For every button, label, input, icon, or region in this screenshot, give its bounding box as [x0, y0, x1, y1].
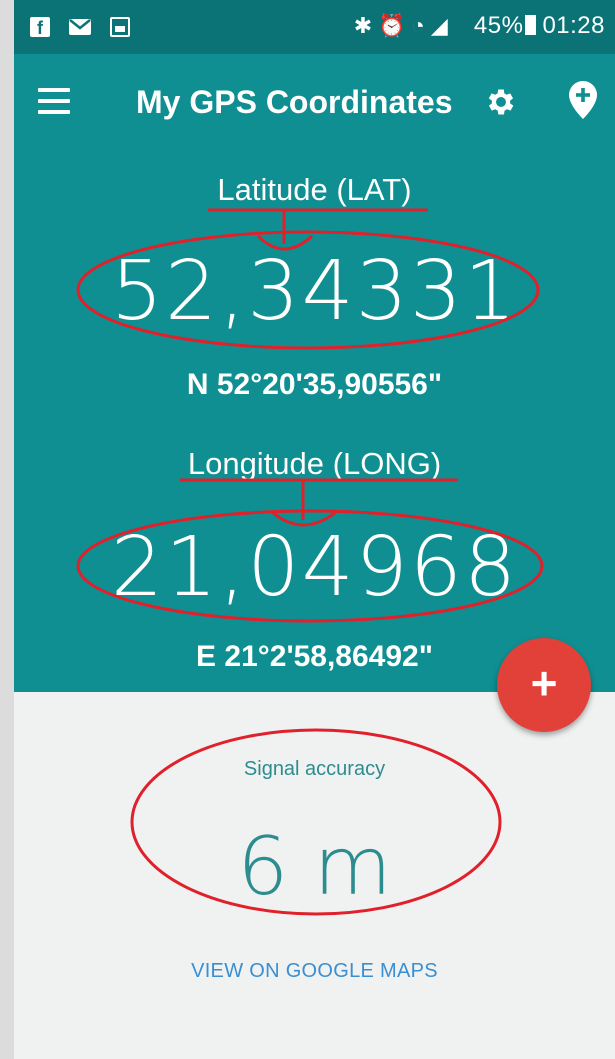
add-location-icon[interactable] — [568, 80, 598, 120]
menu-icon[interactable] — [38, 88, 70, 114]
view-on-google-maps-link[interactable]: VIEW ON GOOGLE MAPS — [14, 960, 615, 983]
wifi-icon: ◔ — [411, 13, 431, 38]
longitude-label: Longitude (LONG) — [187, 446, 442, 481]
signal-accuracy-value: 6 m — [237, 820, 392, 913]
app-bar: My GPS Coordinates — [14, 54, 615, 154]
battery-icon — [525, 15, 537, 35]
app-title: My GPS Coordinates — [136, 84, 453, 120]
signal-accuracy-label: Signal accuracy — [243, 758, 386, 780]
alarm-icon: ⏰ — [378, 13, 412, 38]
image-icon — [110, 17, 130, 37]
plus-icon: + — [530, 657, 558, 709]
facebook-icon: f — [30, 17, 50, 38]
phone-screen: f ✱⏰◔◢ 45% 01:28 My GPS Coordinates Lati… — [0, 0, 615, 1059]
status-right: ✱⏰◔◢ 45% 01:28 — [354, 12, 605, 40]
latitude-value: 52,34331 — [110, 244, 519, 339]
signal-icon: ◢ — [430, 13, 454, 38]
status-glyphs: ✱⏰◔◢ — [354, 13, 466, 38]
battery-percent: 45% — [473, 12, 524, 39]
latitude-label: Latitude (LAT) — [217, 172, 412, 207]
status-time: 01:28 — [542, 12, 605, 39]
left-border — [0, 0, 14, 1059]
bluetooth-icon: ✱ — [353, 13, 379, 38]
longitude-value: 21,04968 — [110, 520, 519, 615]
mail-icon — [69, 19, 91, 35]
add-button[interactable]: + — [497, 638, 591, 732]
status-bar: f ✱⏰◔◢ 45% 01:28 — [14, 0, 615, 54]
gear-icon[interactable] — [484, 85, 518, 119]
latitude-dms: N 52°20'35,90556" — [186, 368, 443, 401]
